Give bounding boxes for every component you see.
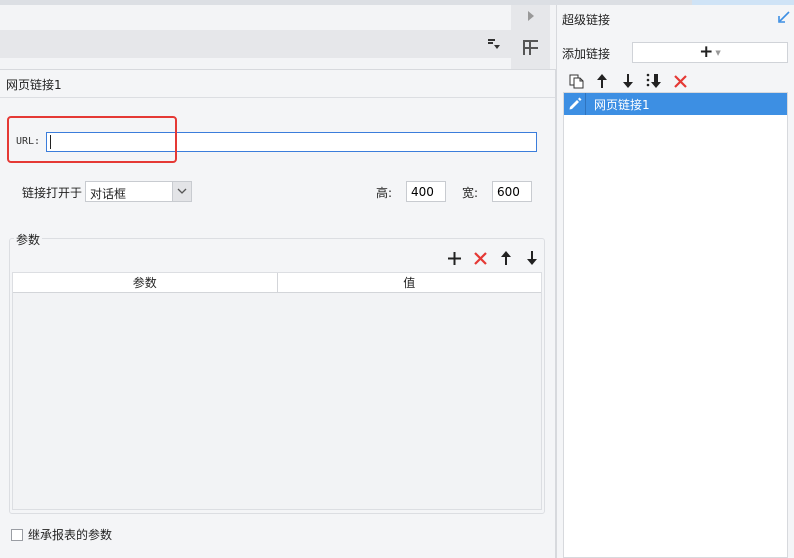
- plus-icon: +: [699, 42, 714, 62]
- move-down-icon[interactable]: [620, 73, 636, 89]
- params-group-label: 参数: [14, 231, 43, 248]
- params-table: 参数 值: [12, 272, 542, 510]
- move-up-icon[interactable]: [498, 250, 514, 266]
- column-header-param[interactable]: 参数: [13, 273, 278, 292]
- expand-arrow-icon[interactable]: [527, 11, 535, 24]
- collapse-arrow-icon[interactable]: [778, 11, 790, 23]
- add-link-label: 添加链接: [562, 47, 611, 61]
- list-item[interactable]: 网页链接1: [564, 93, 787, 115]
- toolbar-dropdown-icon[interactable]: [487, 37, 501, 51]
- move-down-icon[interactable]: [524, 250, 540, 266]
- hyperlink-panel-title: 超级链接: [562, 13, 611, 27]
- open-in-select[interactable]: 对话框: [85, 181, 192, 202]
- inherit-params-checkbox[interactable]: [11, 528, 23, 541]
- column-header-value[interactable]: 值: [278, 273, 542, 292]
- params-table-header: 参数 值: [13, 273, 541, 293]
- link-editor-panel: 网页链接1 URL: 链接打开于 对话框 高: 宽: 参数 参数 值: [0, 69, 556, 558]
- inherit-params-label: 继承报表的参数: [28, 528, 113, 542]
- chevron-down-icon[interactable]: [172, 182, 191, 201]
- hyperlink-list: 网页链接1: [563, 92, 788, 558]
- delete-icon[interactable]: [472, 250, 488, 266]
- add-icon[interactable]: [446, 250, 462, 266]
- move-up-icon[interactable]: [594, 73, 610, 89]
- add-link-button[interactable]: + ▼: [632, 42, 788, 63]
- delete-icon[interactable]: [672, 73, 688, 89]
- side-strip: [511, 5, 550, 69]
- link-name-title: 网页链接1: [6, 78, 62, 92]
- left-toolbar: [0, 30, 511, 58]
- edit-pencil-icon: [564, 93, 586, 115]
- height-input[interactable]: [406, 181, 446, 202]
- copy-icon[interactable]: [568, 73, 584, 89]
- params-toolbar: [446, 250, 540, 268]
- hyperlink-toolbar: [568, 72, 688, 90]
- width-label: 宽:: [462, 186, 479, 200]
- width-input[interactable]: [492, 181, 532, 202]
- url-highlight-box: [7, 116, 177, 163]
- dropdown-caret-icon: ▼: [715, 48, 721, 57]
- sort-icon[interactable]: [646, 73, 662, 89]
- grid-layout-icon[interactable]: [522, 39, 539, 56]
- hyperlink-panel: 超级链接 添加链接 + ▼ 网页链接1: [556, 5, 794, 558]
- height-label: 高:: [376, 186, 393, 200]
- open-in-label: 链接打开于: [22, 186, 83, 200]
- inherit-params-option[interactable]: 继承报表的参数: [11, 526, 112, 543]
- open-in-value: 对话框: [90, 187, 127, 201]
- list-item-label: 网页链接1: [594, 97, 650, 112]
- title-divider: [0, 97, 555, 98]
